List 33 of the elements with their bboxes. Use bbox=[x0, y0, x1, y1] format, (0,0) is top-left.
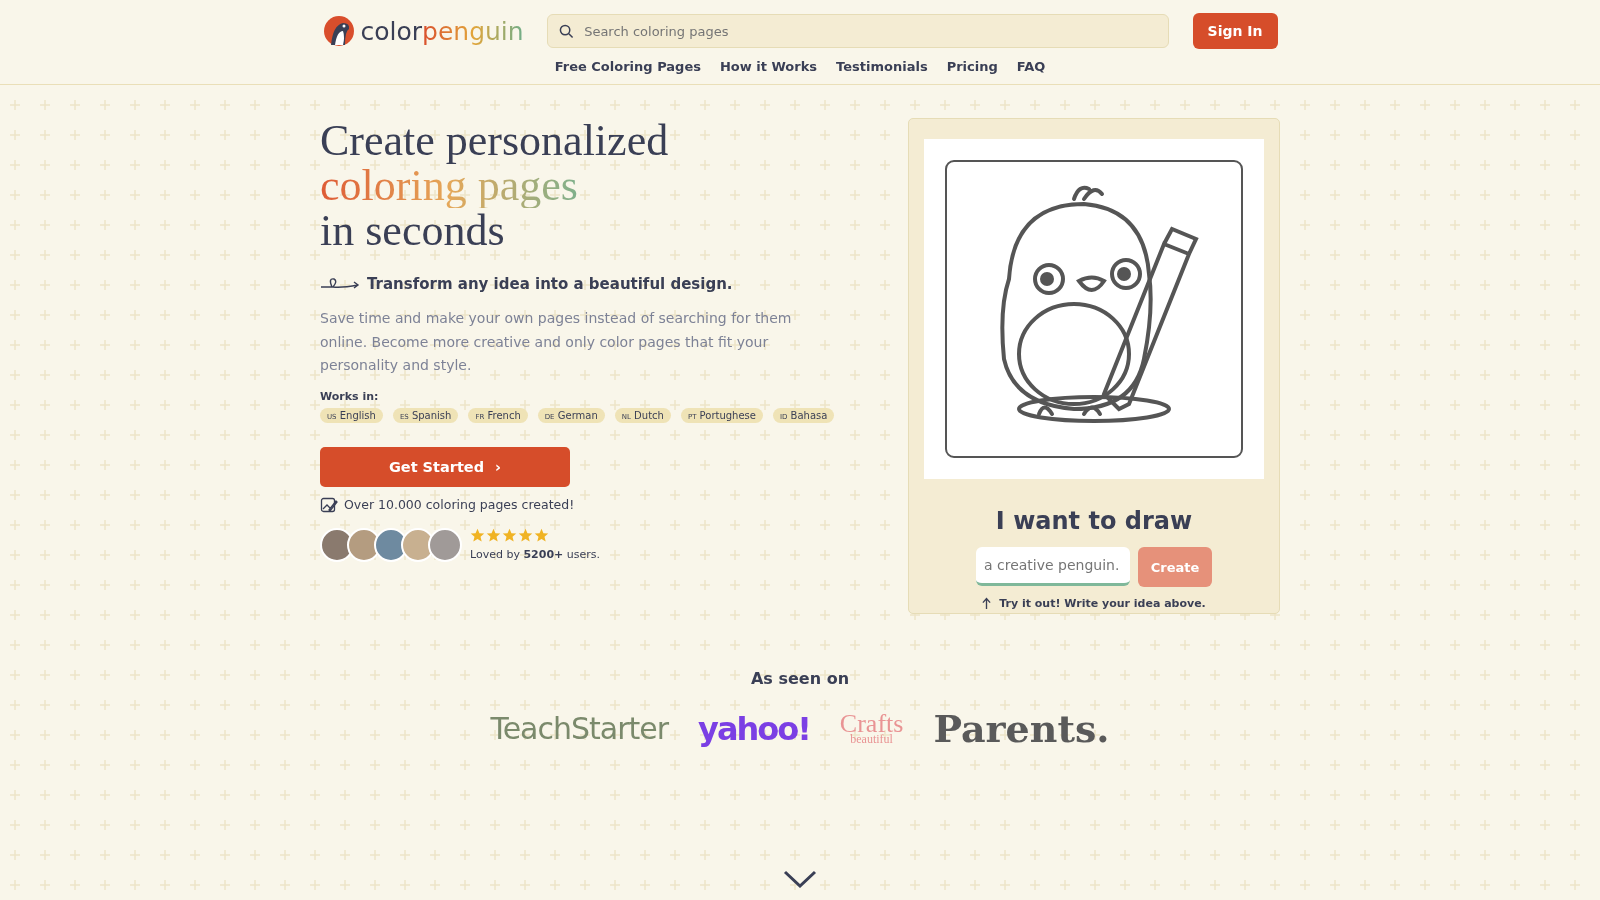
penguin-logo-icon bbox=[322, 15, 355, 47]
nav-link[interactable]: How it Works bbox=[719, 59, 818, 74]
press-logo: TeachStarter bbox=[490, 711, 669, 746]
description-text: Save time and make your own pages instead of searching for them online. Become more creative and only color pages that fit your personality and style. bbox=[320, 309, 793, 375]
get-started-button[interactable]: Get Started › bbox=[320, 446, 570, 487]
tagline-text: Transform any idea into a beautiful design. bbox=[367, 275, 733, 293]
idea-input-field[interactable]: a creative penguin. bbox=[976, 547, 1130, 586]
nav-link[interactable]: Pricing bbox=[946, 59, 998, 74]
nav-link[interactable]: Free Coloring Pages bbox=[554, 59, 701, 74]
up-arrow-icon bbox=[982, 597, 992, 610]
nav-link[interactable]: FAQ bbox=[1016, 59, 1046, 74]
loved-by-text: Loved by 5200+ users. bbox=[470, 547, 600, 561]
press-logo: Parents. bbox=[933, 706, 1110, 751]
demo-title: I want to draw bbox=[995, 507, 1193, 535]
avatar bbox=[428, 527, 462, 562]
pages-created-text: Over 10.000 coloring pages created! bbox=[344, 497, 575, 512]
star-icon bbox=[470, 527, 485, 543]
hint-text: Try it out! Write your idea above. bbox=[999, 597, 1206, 610]
sign-in-button[interactable]: Sign In bbox=[1192, 13, 1278, 49]
press-logo: yahoo! bbox=[698, 709, 810, 748]
headline-text: in seconds bbox=[320, 208, 505, 253]
works-in-label: Works in: bbox=[320, 389, 379, 403]
press-logo: Crafts beautiful bbox=[839, 713, 904, 744]
star-icon bbox=[486, 527, 501, 543]
nav-link[interactable]: Testimonials bbox=[836, 59, 928, 74]
scroll-down-chevron-icon[interactable] bbox=[783, 870, 817, 888]
star-icon bbox=[502, 527, 517, 543]
star-icon bbox=[534, 527, 549, 543]
star-icon bbox=[518, 527, 533, 543]
headline-text: Create personalized bbox=[320, 118, 669, 163]
search-field[interactable]: Search coloring pages bbox=[547, 14, 1170, 48]
press-title: As seen on bbox=[750, 669, 849, 688]
picture-edit-icon bbox=[320, 495, 338, 514]
